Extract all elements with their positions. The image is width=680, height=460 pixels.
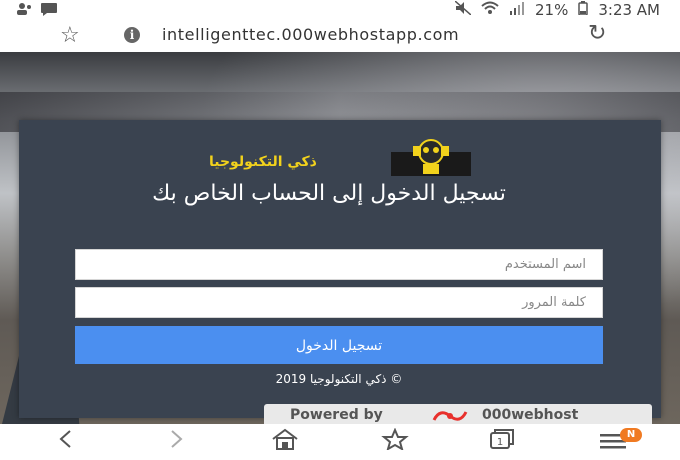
contacts-icon [16,2,34,20]
username-input[interactable] [76,250,602,279]
webhost-logo-icon [430,406,470,424]
mute-icon [454,0,472,19]
home-icon[interactable] [270,428,300,457]
login-button[interactable]: تسجيل الدخول [75,326,603,364]
status-bar: 21% 3:23 AM [0,0,680,20]
powered-by-banner[interactable]: Powered by 000webhost [264,404,652,424]
clock-time: 3:23 AM [598,1,660,19]
status-left-icons [16,2,58,20]
page-background: ذكي التكنولوجيا تسجيل الدخول إلى الحساب … [0,52,680,424]
menu-notification-badge: N [620,428,642,442]
copyright-footer: ذكي التكنولوجيا 2019 © [275,372,403,386]
powered-by-brand: 000webhost [482,407,579,423]
username-field-wrapper [75,249,603,280]
wifi-icon [481,1,499,19]
site-logo: ذكي التكنولوجيا [209,138,473,176]
url-field[interactable]: intelligenttec.000webhostapp.com [162,25,459,44]
login-title: تسجيل الدخول إلى الحساب الخاص بك [152,181,506,206]
powered-by-label: Powered by [290,407,383,423]
browser-nav-bar: 1 N [0,424,680,460]
password-field-wrapper [75,287,603,318]
bookmarks-icon[interactable] [380,427,410,457]
tabs-count: 1 [497,437,503,448]
site-info-icon[interactable]: i [124,27,140,43]
signal-icon [509,1,525,19]
login-card: ذكي التكنولوجيا تسجيل الدخول إلى الحساب … [19,120,661,418]
reload-icon[interactable]: ↻ [588,21,606,46]
forward-icon[interactable] [166,428,186,457]
robot-logo-icon [391,139,471,176]
battery-icon [578,1,589,19]
back-icon[interactable] [56,428,76,457]
password-input[interactable] [76,288,602,317]
tabs-icon[interactable]: 1 [488,428,516,457]
message-icon [40,2,58,20]
bookmark-star-icon[interactable]: ☆ [60,23,80,48]
status-right-icons: 21% 3:23 AM [454,0,660,19]
battery-percent: 21% [535,1,569,19]
logo-text: ذكي التكنولوجيا [209,154,317,170]
browser-url-bar: ☆ i intelligenttec.000webhostapp.com ↻ [0,20,680,53]
